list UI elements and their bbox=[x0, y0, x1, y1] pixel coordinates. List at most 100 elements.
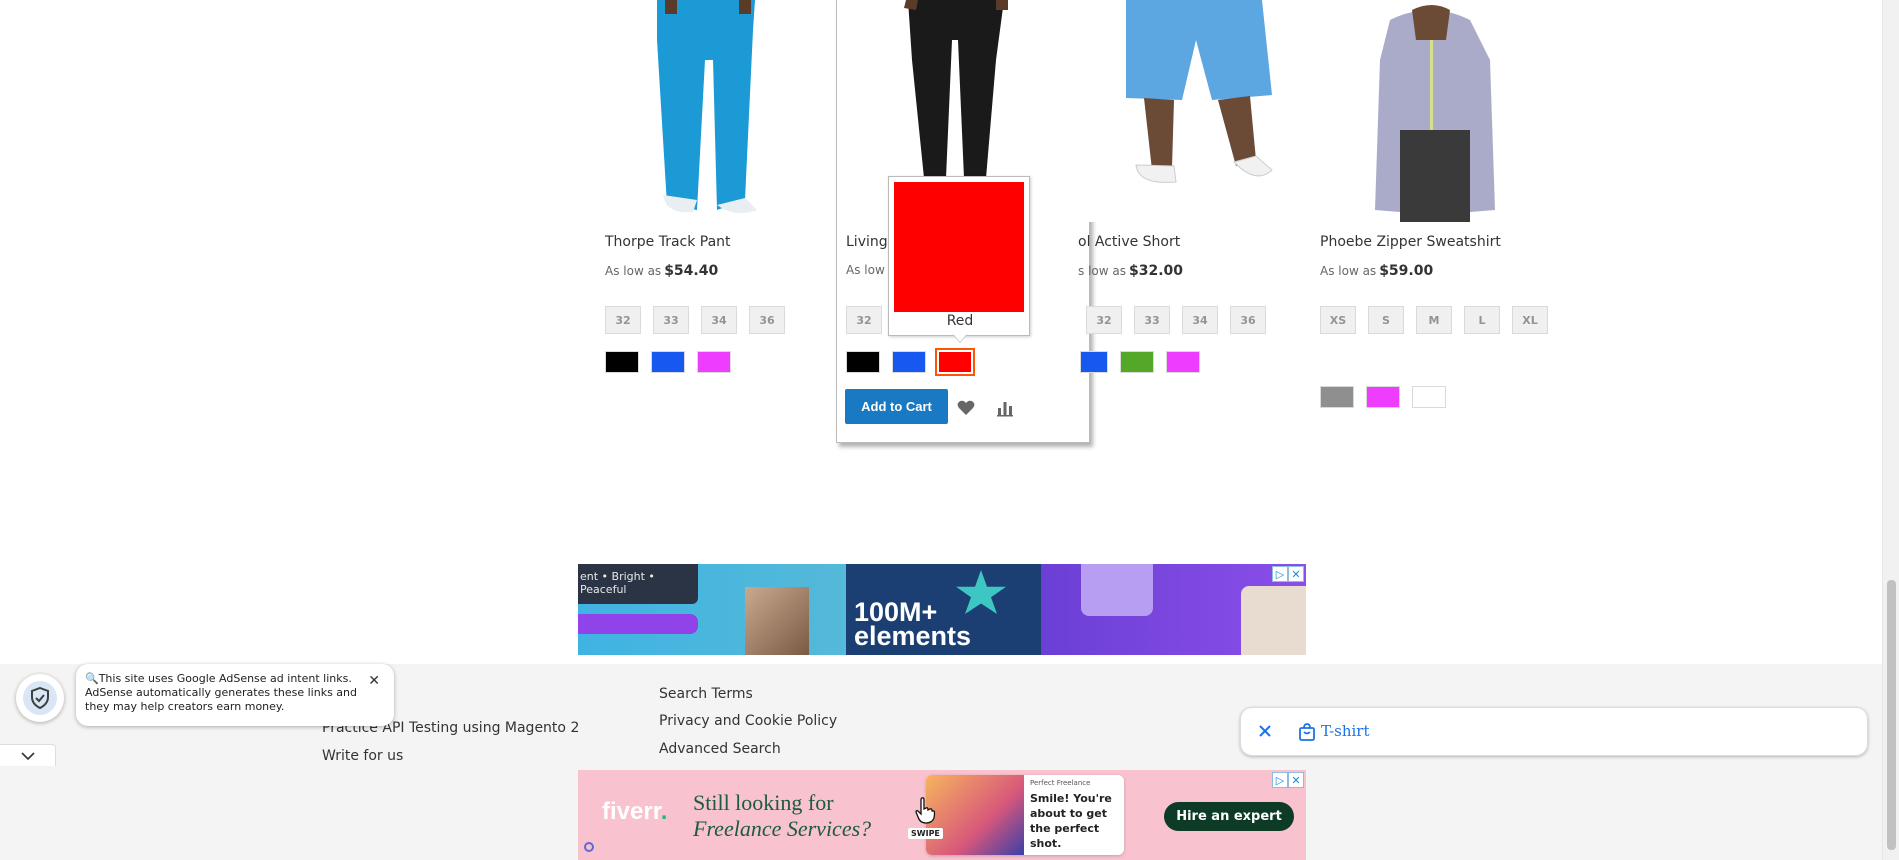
gear-icon[interactable] bbox=[582, 840, 596, 854]
photo-graphic bbox=[1241, 586, 1306, 655]
size-option[interactable]: 36 bbox=[1230, 306, 1266, 334]
banner-ad-top[interactable]: ent • Bright • Peaceful 100M+ elements ▷… bbox=[578, 564, 1306, 655]
size-option[interactable]: 34 bbox=[701, 306, 737, 334]
footer-link-write-for-us[interactable]: Write for us bbox=[322, 748, 403, 764]
size-options: XS S M L XL bbox=[1320, 306, 1550, 334]
price-row: As low as $54.40 bbox=[605, 263, 718, 279]
product-image[interactable] bbox=[605, 0, 835, 222]
size-options: 32 33 34 36 bbox=[605, 306, 835, 334]
swipe-label: SWIPE bbox=[908, 828, 943, 839]
banner-ad-bottom[interactable]: fiverr. Still looking for Freelance Serv… bbox=[578, 770, 1306, 860]
color-swatches bbox=[605, 351, 731, 373]
color-swatches bbox=[1080, 351, 1200, 373]
size-option[interactable]: 34 bbox=[1182, 306, 1218, 334]
ad-headline: 100M+ elements bbox=[854, 597, 972, 651]
size-option[interactable]: XL bbox=[1512, 306, 1548, 334]
tooltip-color-preview bbox=[894, 182, 1024, 312]
size-option[interactable]: XS bbox=[1320, 306, 1356, 334]
product-name[interactable]: Thorpe Track Pant bbox=[605, 234, 731, 250]
bar-chart-icon[interactable] bbox=[995, 398, 1015, 418]
price: $54.40 bbox=[664, 263, 719, 279]
as-low-as-label: As low as bbox=[1320, 264, 1377, 278]
size-option[interactable]: 32 bbox=[1086, 306, 1122, 334]
product-name[interactable]: Phoebe Zipper Sweatshirt bbox=[1320, 234, 1501, 250]
price: $59.00 bbox=[1379, 263, 1434, 279]
add-to-cart-button[interactable]: Add to Cart bbox=[845, 389, 948, 424]
shield-icon-bg bbox=[23, 681, 57, 715]
size-option[interactable]: 36 bbox=[749, 306, 785, 334]
product-name[interactable]: ol Active Short bbox=[1078, 234, 1180, 250]
color-swatch-blue[interactable] bbox=[892, 351, 926, 373]
size-options: 32 33 34 36 bbox=[1086, 306, 1316, 334]
ad-close-icon[interactable]: ✕ bbox=[1288, 772, 1304, 788]
chevron-down-icon bbox=[20, 751, 35, 760]
ad-photo bbox=[745, 587, 809, 655]
hand-cursor-icon bbox=[915, 797, 936, 824]
color-swatch-purple[interactable] bbox=[1366, 386, 1400, 408]
shield-check-icon bbox=[31, 687, 49, 709]
scrollbar-thumb[interactable] bbox=[1887, 580, 1896, 850]
collapse-tab[interactable] bbox=[0, 744, 56, 766]
vertical-scrollbar[interactable] bbox=[1882, 0, 1899, 860]
color-swatches bbox=[846, 348, 975, 376]
close-icon[interactable] bbox=[1255, 721, 1275, 741]
search-query: T-shirt bbox=[1321, 722, 1370, 740]
color-swatches bbox=[1320, 386, 1446, 408]
product-image[interactable] bbox=[1320, 0, 1550, 222]
audio-wave-graphic bbox=[578, 614, 698, 634]
ad-headline-2: Freelance Services? bbox=[693, 816, 872, 841]
color-swatch-black[interactable] bbox=[605, 351, 639, 373]
color-swatch-white[interactable] bbox=[1412, 386, 1446, 408]
price-row: s low as $32.00 bbox=[1078, 263, 1183, 279]
close-icon[interactable]: ✕ bbox=[368, 674, 380, 688]
ad-card-meta: Perfect Freelance bbox=[1030, 779, 1091, 787]
ad-choices-icon[interactable]: ▷ bbox=[1272, 772, 1288, 788]
shopping-bag-icon bbox=[1299, 723, 1315, 741]
color-swatch-blue[interactable] bbox=[1080, 351, 1108, 373]
ad-card-text: Smile! You're about to get the perfect s… bbox=[1030, 792, 1112, 850]
color-swatch-blue[interactable] bbox=[651, 351, 685, 373]
adsense-notice: 🔍This site uses Google AdSense ad intent… bbox=[76, 664, 394, 726]
size-option[interactable]: 32 bbox=[846, 306, 882, 334]
color-swatch-black[interactable] bbox=[846, 351, 880, 373]
adsense-notice-text: This site uses Google AdSense ad intent … bbox=[85, 672, 358, 713]
heart-icon[interactable] bbox=[956, 398, 976, 418]
hire-an-expert-button[interactable]: Hire an expert bbox=[1164, 802, 1294, 831]
ad-card: Perfect Freelance Smile! You're about to… bbox=[926, 775, 1124, 855]
size-option[interactable]: 32 bbox=[605, 306, 641, 334]
price: $32.00 bbox=[1128, 263, 1184, 279]
color-swatch-gray[interactable] bbox=[1320, 386, 1354, 408]
price-row: As low as $59.00 bbox=[1320, 263, 1433, 279]
footer-link-advanced-search[interactable]: Advanced Search bbox=[659, 741, 781, 757]
ad-card-illustration bbox=[926, 775, 1024, 855]
shape-graphic bbox=[1081, 564, 1153, 616]
ad-panel-shapes bbox=[1041, 564, 1306, 655]
product-image[interactable] bbox=[1086, 0, 1316, 222]
ad-tagline: ent • Bright • Peaceful bbox=[578, 564, 698, 604]
ad-panel-audio: ent • Bright • Peaceful bbox=[578, 564, 846, 655]
color-swatch-red-selected[interactable] bbox=[935, 348, 975, 376]
size-option[interactable]: 33 bbox=[653, 306, 689, 334]
size-option[interactable]: L bbox=[1464, 306, 1500, 334]
adsense-shield-button[interactable] bbox=[16, 674, 64, 722]
swatch-tooltip: Red bbox=[888, 176, 1030, 343]
ad-choices-icon[interactable]: ▷ bbox=[1272, 566, 1288, 582]
tooltip-arrow-inner bbox=[954, 335, 966, 342]
color-swatch-purple[interactable] bbox=[697, 351, 731, 373]
tooltip-label: Red bbox=[946, 313, 974, 329]
color-swatch-purple[interactable] bbox=[1166, 351, 1200, 373]
ad-headline-1: Still looking for bbox=[693, 790, 834, 815]
color-swatch-green[interactable] bbox=[1120, 351, 1154, 373]
footer-link-privacy-cookie-policy[interactable]: Privacy and Cookie Policy bbox=[659, 713, 837, 729]
fiverr-logo: fiverr. bbox=[602, 798, 668, 825]
size-option[interactable]: M bbox=[1416, 306, 1452, 334]
size-option[interactable]: S bbox=[1368, 306, 1404, 334]
search-suggestion-chip[interactable]: T-shirt bbox=[1240, 707, 1868, 756]
page-root: Thorpe Track Pant As low as $54.40 32 33 … bbox=[0, 0, 1899, 860]
search-icon: 🔍 bbox=[85, 672, 99, 685]
as-low-as-label: s low as bbox=[1078, 264, 1126, 278]
ad-close-icon[interactable]: ✕ bbox=[1288, 566, 1304, 582]
size-option[interactable]: 33 bbox=[1134, 306, 1170, 334]
footer-link-search-terms[interactable]: Search Terms bbox=[659, 686, 753, 702]
as-low-as-label: As low as bbox=[605, 264, 662, 278]
